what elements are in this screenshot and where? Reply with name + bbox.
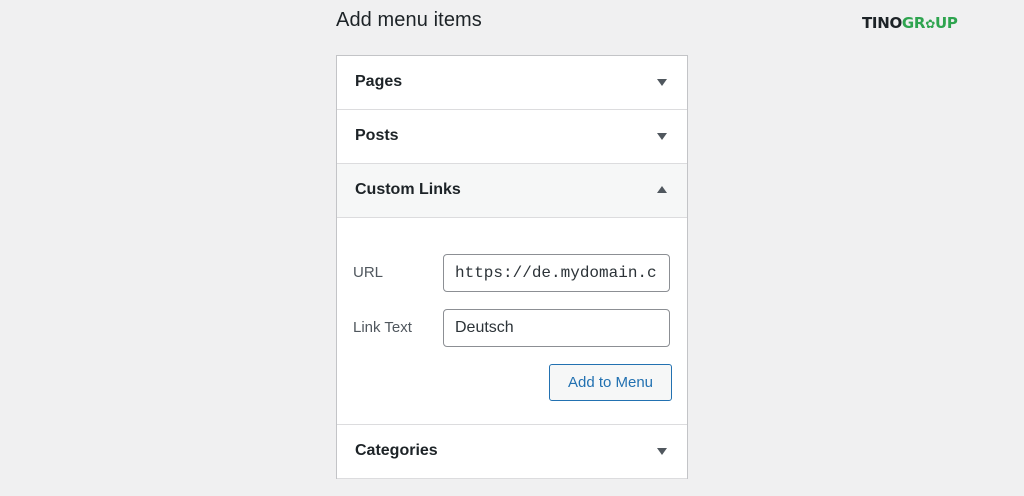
brand-logo: TINOGR✿UP xyxy=(862,14,958,32)
logo-text-dark: TINO xyxy=(862,14,902,32)
logo-text-green-end: UP xyxy=(934,14,958,32)
logo-ring-icon: ✿ xyxy=(925,17,935,31)
section-custom-links[interactable]: Custom Links xyxy=(337,164,687,218)
section-title-pages: Pages xyxy=(355,73,403,90)
chevron-down-icon[interactable] xyxy=(657,133,667,140)
chevron-down-icon[interactable] xyxy=(657,79,667,86)
url-input[interactable] xyxy=(443,254,670,292)
custom-links-form: URL Link Text Add to Menu xyxy=(337,218,687,425)
chevron-up-icon[interactable] xyxy=(657,186,667,193)
section-pages[interactable]: Pages xyxy=(337,56,687,110)
section-title-categories: Categories xyxy=(355,442,438,459)
section-title-posts: Posts xyxy=(355,127,399,144)
link-text-label: Link Text xyxy=(353,319,412,336)
logo-text-green: GR xyxy=(901,14,926,32)
section-title-custom-links: Custom Links xyxy=(355,181,461,198)
page-title: Add menu items xyxy=(336,9,482,31)
url-label: URL xyxy=(353,264,384,281)
add-to-menu-button[interactable]: Add to Menu xyxy=(549,364,672,401)
chevron-down-icon[interactable] xyxy=(657,448,667,455)
link-text-input[interactable] xyxy=(443,309,670,347)
section-posts[interactable]: Posts xyxy=(337,110,687,164)
section-categories[interactable]: Categories xyxy=(337,425,687,479)
add-menu-items-panel: Pages Posts Custom Links URL Link Text A… xyxy=(336,55,688,479)
